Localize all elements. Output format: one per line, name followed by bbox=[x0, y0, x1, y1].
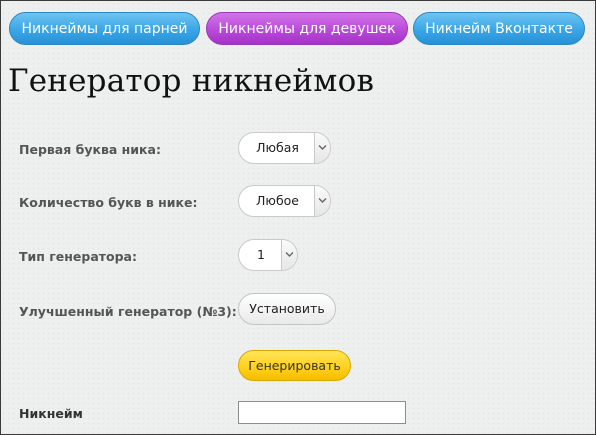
page-frame: Никнеймы для парней Никнеймы для девушек… bbox=[0, 0, 596, 435]
letter-count-label: Количество букв в нике: bbox=[19, 195, 198, 210]
generator-type-select[interactable]: 1 bbox=[238, 239, 298, 271]
first-letter-value: Любая bbox=[256, 140, 299, 155]
nickname-label: Никнейм bbox=[19, 406, 83, 421]
letter-count-select[interactable]: Любое bbox=[238, 185, 331, 217]
chevron-down-icon bbox=[318, 198, 327, 203]
generator-type-value: 1 bbox=[257, 247, 265, 262]
nickname-field[interactable] bbox=[238, 401, 406, 424]
letter-count-dropdown-toggle[interactable] bbox=[314, 186, 330, 216]
chevron-down-icon bbox=[285, 252, 294, 257]
generator-type-dropdown-toggle[interactable] bbox=[281, 240, 297, 270]
chevron-down-icon bbox=[318, 145, 327, 150]
first-letter-label: Первая буква ника: bbox=[19, 142, 161, 157]
generator-type-label: Тип генератора: bbox=[19, 249, 137, 264]
generate-button[interactable]: Генерировать bbox=[238, 350, 351, 381]
page-title: Генератор никнеймов bbox=[8, 63, 375, 99]
first-letter-dropdown-toggle[interactable] bbox=[314, 133, 330, 163]
nav-vk-nickname-button[interactable]: Никнейм Вконтакте bbox=[413, 12, 585, 45]
letter-count-value: Любое bbox=[256, 193, 299, 208]
install-button[interactable]: Установить bbox=[238, 293, 336, 325]
improved-generator-label: Улучшенный генератор (№3): bbox=[19, 304, 237, 319]
nav-boys-nicknames-button[interactable]: Никнеймы для парней bbox=[9, 12, 200, 45]
first-letter-select[interactable]: Любая bbox=[238, 132, 331, 164]
nav-girls-nicknames-button[interactable]: Никнеймы для девушек bbox=[206, 12, 408, 45]
